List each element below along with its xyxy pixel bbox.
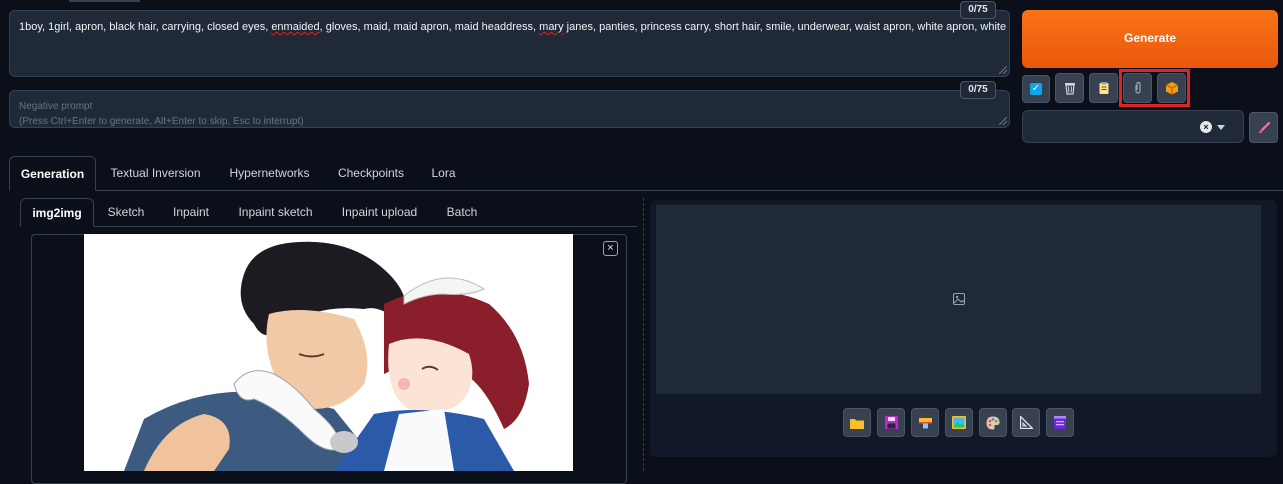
close-icon[interactable]: × — [603, 241, 618, 256]
zip-button[interactable] — [911, 408, 939, 437]
film-icon — [1054, 416, 1066, 429]
edit-styles-button[interactable] — [1249, 112, 1278, 143]
tab-top-edge — [69, 0, 140, 2]
ruler-icon — [1020, 416, 1033, 429]
image-icon — [952, 416, 966, 429]
clear-prompt-button[interactable] — [1055, 73, 1084, 103]
prompt-segment-misspelled: enmaided — [271, 21, 319, 33]
negative-prompt-placeholder: Negative prompt — [19, 99, 1000, 115]
prompt-segment-misspelled: mary — [539, 21, 563, 33]
send-to-extras-button[interactable] — [1012, 408, 1040, 437]
tab-sketch[interactable]: Sketch — [98, 198, 154, 226]
prompt-textarea[interactable]: 1boy, 1girl, apron, black hair, carrying… — [9, 10, 1010, 77]
tab-img2img[interactable]: img2img — [20, 198, 94, 227]
tab-hypernetworks[interactable]: Hypernetworks — [217, 156, 322, 190]
save-icon — [885, 416, 898, 429]
tab-batch[interactable]: Batch — [436, 198, 488, 226]
negative-prompt-hint: (Press Ctrl+Enter to generate, Alt+Enter… — [19, 114, 1000, 130]
attach-button[interactable] — [1123, 73, 1152, 103]
tab-textual-inversion[interactable]: Textual Inversion — [100, 156, 211, 190]
tab-inpaint[interactable]: Inpaint — [160, 198, 222, 226]
checkbox-icon: ✓ — [1030, 83, 1042, 95]
zip-icon — [919, 416, 932, 429]
open-folder-button[interactable] — [843, 408, 871, 437]
show-extra-networks-button[interactable]: ✓ — [1022, 75, 1050, 103]
chevron-down-icon — [1217, 125, 1225, 130]
prompt-segment: janes, panties, princess carry, short ha… — [564, 21, 1009, 33]
palette-icon — [986, 416, 1000, 430]
tab-inpaint-sketch[interactable]: Inpaint sketch — [228, 198, 323, 226]
prompt-segment: 1boy, 1girl, apron, black hair, carrying… — [19, 21, 271, 33]
anime-couple-illustration — [84, 234, 573, 471]
styles-dropdown[interactable]: × — [1022, 110, 1244, 143]
negative-prompt-textarea[interactable]: Negative prompt (Press Ctrl+Enter to gen… — [9, 90, 1010, 128]
clipboard-icon — [1097, 81, 1111, 95]
brush-icon — [1257, 121, 1271, 135]
tab-checkpoints[interactable]: Checkpoints — [327, 156, 415, 190]
clear-icon[interactable]: × — [1200, 121, 1212, 133]
output-gallery — [656, 205, 1261, 394]
save-button[interactable] — [877, 408, 905, 437]
image-placeholder-icon — [953, 293, 965, 305]
tab-inpaint-upload[interactable]: Inpaint upload — [330, 198, 429, 226]
prompt-segment: , gloves, maid, maid apron, maid headdre… — [320, 21, 540, 33]
tab-generation[interactable]: Generation — [9, 156, 96, 191]
column-divider — [643, 198, 644, 471]
folder-icon — [850, 417, 864, 429]
trash-icon — [1063, 81, 1077, 95]
send-to-inpaint-button[interactable] — [979, 408, 1007, 437]
apply-styles-button[interactable] — [1089, 73, 1118, 103]
input-image — [84, 234, 573, 471]
video-button[interactable] — [1046, 408, 1074, 437]
resize-handle[interactable] — [999, 117, 1007, 125]
sub-tabbar-line — [20, 226, 637, 227]
save-style-button[interactable] — [1157, 73, 1186, 103]
tab-lora[interactable]: Lora — [420, 156, 467, 190]
main-tabbar-line — [9, 190, 1283, 191]
package-icon — [1165, 81, 1179, 95]
prompt-token-counter: 0/75 — [960, 1, 996, 19]
resize-handle[interactable] — [999, 66, 1007, 74]
paperclip-icon — [1132, 81, 1144, 95]
generate-button[interactable]: Generate — [1022, 10, 1278, 68]
send-to-img2img-button[interactable] — [945, 408, 973, 437]
prompt-text: 1boy, 1girl, apron, black hair, carrying… — [10, 11, 1009, 43]
negative-token-counter: 0/75 — [960, 81, 996, 99]
